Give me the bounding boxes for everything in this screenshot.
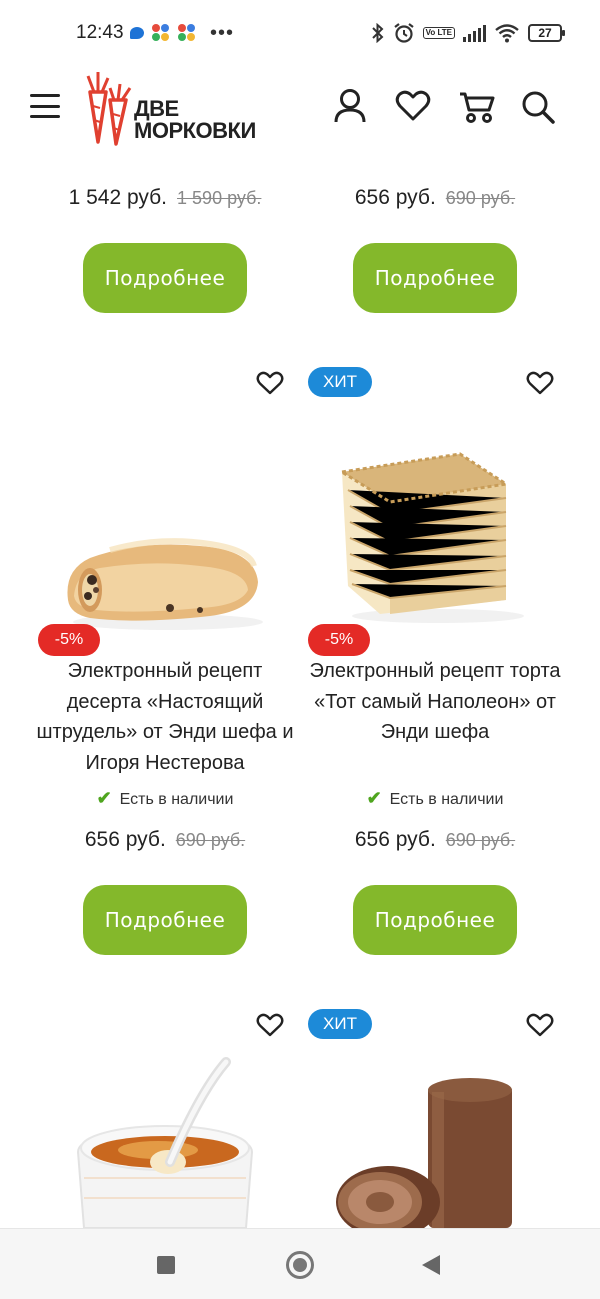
title-line: Энди шефа [380, 721, 490, 743]
title-line: штрудель» от Энди шефа и [36, 721, 294, 743]
current-price: 656 руб. [354, 186, 436, 209]
details-button[interactable]: Подробнее [83, 885, 247, 955]
product-price-row: 1 542 руб. 1 590 руб. [30, 186, 300, 210]
title-line: Электронный рецепт торта [309, 660, 561, 682]
check-icon: ✔ [96, 788, 112, 808]
system-navigation-bar [0, 1228, 600, 1299]
battery-icon: 27 [528, 24, 565, 42]
bluetooth-icon [371, 23, 384, 43]
title-line: Электронный рецепт [67, 660, 263, 682]
product-title[interactable]: Электронный рецепт десерта «Настоящий шт… [30, 656, 300, 778]
system-icons: Vo LTE 27 [371, 22, 565, 44]
user-icon[interactable] [332, 86, 368, 126]
add-to-favorites-heart-icon[interactable] [526, 370, 554, 396]
strudel-product-image[interactable] [50, 410, 280, 640]
chocolate-roll-product-image[interactable] [320, 1052, 550, 1228]
creme-brulee-product-image[interactable] [50, 1052, 280, 1228]
discount-badge: -5% [38, 624, 100, 656]
back-icon[interactable] [422, 1255, 440, 1275]
more-notifications-icon: ••• [210, 22, 235, 44]
app-notification-icon [178, 24, 196, 42]
app-notification-icon [152, 24, 170, 42]
menu-icon[interactable] [30, 94, 60, 118]
details-button[interactable]: Подробнее [83, 243, 247, 313]
napoleon-cake-product-image[interactable] [320, 410, 550, 640]
add-to-favorites-heart-icon[interactable] [526, 1012, 554, 1038]
signal-icon [463, 24, 486, 42]
product-price-row: 656 руб. 690 руб. [300, 828, 570, 852]
logo-line-1: ДВЕ [134, 96, 179, 121]
recent-apps-icon[interactable] [157, 1256, 175, 1274]
title-line: десерта «Настоящий [66, 690, 264, 713]
current-price: 656 руб. [354, 828, 436, 851]
site-header: ДВЕ МОРКОВКИ [0, 64, 600, 152]
product-price-row: 656 руб. 690 руб. [30, 828, 300, 852]
current-price: 656 руб. [84, 828, 166, 851]
current-price: 1 542 руб. [68, 186, 168, 209]
check-icon: ✔ [366, 788, 382, 808]
logo-line-2: МОРКОВКИ [134, 118, 256, 143]
home-icon[interactable] [286, 1251, 314, 1279]
old-price: 690 руб. [445, 188, 516, 208]
logo-text: ДВЕ МОРКОВКИ [134, 98, 256, 142]
favorites-heart-icon[interactable] [394, 86, 432, 126]
details-button[interactable]: Подробнее [353, 243, 517, 313]
title-line: Игоря Нестерова [85, 751, 245, 774]
old-price: 1 590 руб. [177, 188, 262, 208]
hit-badge: ХИТ [308, 367, 372, 397]
stock-status: ✔ Есть в наличии [300, 788, 570, 809]
stock-label: Есть в наличии [119, 791, 234, 808]
hit-badge: ХИТ [308, 1009, 372, 1039]
search-icon[interactable] [520, 86, 556, 126]
volte-icon: Vo LTE [422, 27, 455, 39]
status-bar: 12:43 ••• Vo LTE 27 [0, 0, 600, 64]
product-title[interactable]: Электронный рецепт торта «Тот самый Напо… [300, 656, 570, 748]
stock-status: ✔ Есть в наличии [30, 788, 300, 809]
carrot-logo-icon [86, 72, 132, 146]
old-price: 690 руб. [445, 830, 516, 850]
cart-icon[interactable] [458, 86, 496, 126]
add-to-favorites-heart-icon[interactable] [256, 1012, 284, 1038]
discount-badge: -5% [308, 624, 370, 656]
wifi-icon [495, 24, 519, 43]
chat-notification-icon [130, 27, 144, 39]
details-button[interactable]: Подробнее [353, 885, 517, 955]
product-price-row: 656 руб. 690 руб. [300, 186, 570, 210]
status-time: 12:43 [76, 22, 124, 43]
old-price: 690 руб. [175, 830, 246, 850]
title-line: «Тот самый Наполеон» от [314, 690, 556, 713]
add-to-favorites-heart-icon[interactable] [256, 370, 284, 396]
notification-icons: ••• [130, 22, 235, 44]
site-logo[interactable]: ДВЕ МОРКОВКИ [80, 70, 260, 150]
alarm-icon [393, 23, 414, 43]
stock-label: Есть в наличии [389, 791, 504, 808]
page: 12:43 ••• Vo LTE 27 ДВЕ МОРКОВКИ 1 542 р… [0, 0, 600, 1299]
